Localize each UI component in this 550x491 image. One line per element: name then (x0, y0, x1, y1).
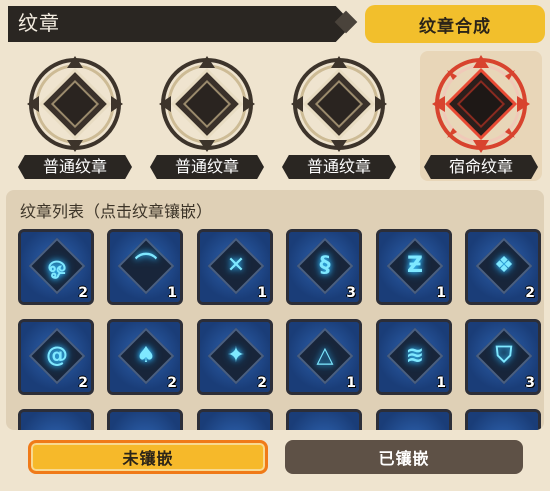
empty-slot-frame-icon (27, 56, 123, 152)
emblem-item[interactable]: ✦ 2 (197, 319, 273, 395)
emblem-item[interactable]: ≋ 1 (376, 319, 452, 395)
emblem-count: 2 (257, 375, 267, 391)
emblem-item[interactable]: ஓ 2 (18, 229, 94, 305)
slot-label: 普通纹章 (18, 155, 132, 179)
emblem-list-panel: 纹章列表（点击纹章镶嵌） ஓ 2 ⌒ 1 ✕ 1 § 3 Ƶ 1 ❖ 2 @ 2… (6, 190, 544, 430)
emblem-item[interactable]: ❖ 2 (465, 229, 541, 305)
arch-emblem-icon: ⌒ (134, 253, 157, 278)
emblem-count: 2 (525, 285, 535, 301)
emblem-item[interactable] (18, 409, 94, 430)
emblem-item[interactable] (107, 409, 183, 430)
empty-slot-frame-icon (291, 56, 387, 152)
page-title: 纹章 (18, 11, 60, 35)
emblem-item[interactable]: ♠ 2 (107, 319, 183, 395)
emblem-count: 1 (167, 285, 177, 301)
flame-emblem-icon: ♠ (136, 343, 156, 368)
emblem-slot-1[interactable]: 普通纹章 (14, 51, 136, 181)
compass-emblem-icon: ✦ (226, 343, 246, 368)
emblem-slot-3[interactable]: 普通纹章 (278, 51, 400, 181)
z-rune-emblem-icon: Ƶ (407, 253, 423, 278)
totem-emblem-icon: ❖ (494, 253, 514, 278)
emblem-item[interactable]: ⌒ 1 (107, 229, 183, 305)
wave-emblem-icon: ≋ (405, 343, 425, 368)
cross-emblem-icon: ✕ (226, 253, 246, 278)
emblem-item[interactable]: ⛉ 3 (465, 319, 541, 395)
emblem-item[interactable]: ✕ 1 (197, 229, 273, 305)
emblem-count: 3 (346, 285, 356, 301)
emblem-item[interactable]: § 3 (286, 229, 362, 305)
emblem-item[interactable] (465, 409, 541, 430)
emblem-count: 1 (257, 285, 267, 301)
fate-slot-frame-icon (432, 55, 530, 153)
shield-emblem-icon: ⛉ (495, 343, 513, 368)
spiral-emblem-icon: @ (46, 343, 68, 368)
emblem-count: 2 (167, 375, 177, 391)
emblem-count: 1 (436, 375, 446, 391)
emblem-count: 1 (436, 285, 446, 301)
emblem-count: 2 (78, 285, 88, 301)
emblem-slot-fate[interactable]: 宿命纹章 (420, 51, 542, 181)
emblem-item[interactable] (197, 409, 273, 430)
emblem-count: 1 (346, 375, 356, 391)
emblem-count: 3 (525, 375, 535, 391)
emblem-item[interactable]: Ƶ 1 (376, 229, 452, 305)
emblem-item[interactable] (286, 409, 362, 430)
emblem-slot-2[interactable]: 普通纹章 (146, 51, 268, 181)
emblem-item[interactable] (376, 409, 452, 430)
s-curve-emblem-icon: § (319, 253, 331, 278)
tab-embedded[interactable]: 已镶嵌 (285, 440, 523, 474)
slot-label: 宿命纹章 (424, 155, 538, 179)
emblem-item[interactable]: @ 2 (18, 319, 94, 395)
emblem-list-title: 纹章列表（点击纹章镶嵌） (20, 202, 213, 221)
tab-unembedded[interactable]: 未镶嵌 (28, 440, 268, 474)
emblem-synthesis-button[interactable]: 纹章合成 (365, 5, 545, 43)
emblem-item[interactable]: △ 1 (286, 319, 362, 395)
empty-slot-frame-icon (159, 56, 255, 152)
slot-label: 普通纹章 (282, 155, 396, 179)
triangle-emblem-icon: △ (316, 343, 334, 368)
swirl-emblem-icon: ஓ (47, 253, 67, 278)
emblem-count: 2 (78, 375, 88, 391)
slot-label: 普通纹章 (150, 155, 264, 179)
